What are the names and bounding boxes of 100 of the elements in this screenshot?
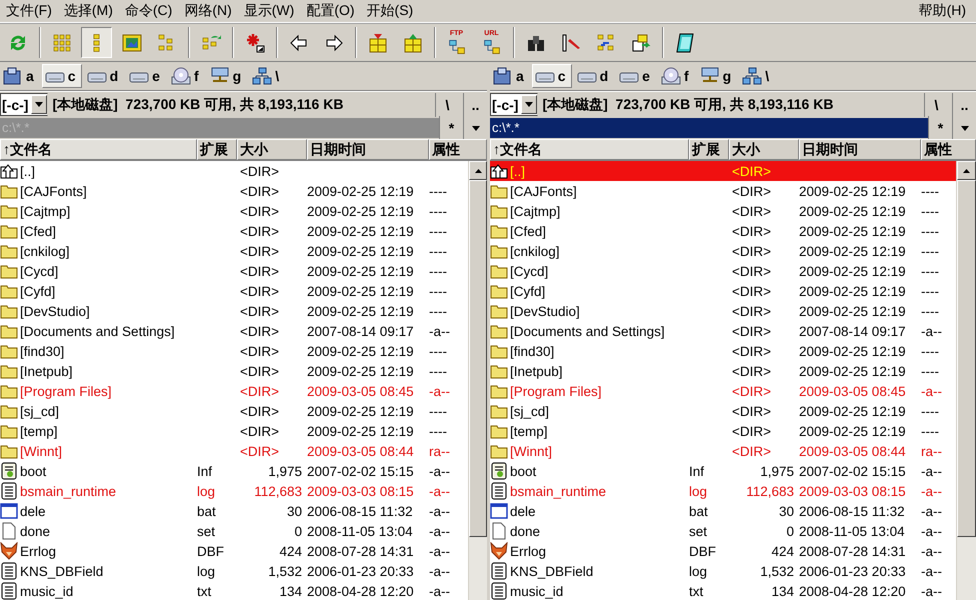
menu-item[interactable]: 文件(F) xyxy=(2,2,60,20)
file-extension: log xyxy=(689,484,708,498)
file-size: <DIR> xyxy=(731,244,772,258)
text-file-icon xyxy=(490,582,508,600)
file-date: 2009-02-25 12:19 xyxy=(307,304,415,318)
file-attributes: ---- xyxy=(429,244,448,258)
scrollbar-thumb[interactable] xyxy=(469,180,487,537)
up-folder-icon xyxy=(0,162,18,180)
drive-dropdown[interactable]: [-c-] xyxy=(490,93,538,116)
file-size: <DIR> xyxy=(239,164,280,178)
file-name: KNS_DBField xyxy=(20,564,104,578)
drive-button[interactable]: d xyxy=(574,64,614,88)
root-button[interactable]: \ xyxy=(435,92,459,117)
file-extension: bat xyxy=(689,504,709,518)
file-date: 2009-02-25 12:19 xyxy=(307,224,415,238)
filter-button[interactable]: * xyxy=(439,116,463,140)
file-date: 2009-02-25 12:19 xyxy=(307,204,415,218)
column-header[interactable]: 日期时间 xyxy=(799,139,921,160)
file-size: <DIR> xyxy=(731,304,772,318)
pencil-icon xyxy=(560,32,582,54)
floppy-icon xyxy=(493,67,513,86)
file-size: <DIR> xyxy=(239,324,280,338)
drive-dropdown[interactable]: [-c-] xyxy=(0,93,48,116)
column-header[interactable]: 属性 xyxy=(921,139,976,160)
network-folders-icon xyxy=(448,38,466,56)
scrollbar-thumb[interactable] xyxy=(957,180,976,537)
file-size: <DIR> xyxy=(239,244,280,258)
file-size: 424 xyxy=(278,544,303,558)
menu-item[interactable]: 帮助(H) xyxy=(914,2,974,20)
column-header[interactable]: 大小 xyxy=(729,139,799,160)
file-size: <DIR> xyxy=(731,444,772,458)
drive-button[interactable]: a xyxy=(0,64,40,88)
file-extension: log xyxy=(197,484,216,498)
scrollbar[interactable] xyxy=(468,161,487,600)
menu-item[interactable]: 配置(O) xyxy=(302,2,363,20)
column-header[interactable]: 大小 xyxy=(237,139,307,160)
file-attributes: -a-- xyxy=(921,384,943,398)
up-arrow-icon xyxy=(474,168,482,172)
menu-item[interactable]: 显示(W) xyxy=(240,2,302,20)
menu-item[interactable]: 网络(N) xyxy=(180,2,240,20)
drive-button[interactable]: e xyxy=(616,64,656,88)
drive-button[interactable]: c xyxy=(42,64,82,88)
file-name: [find30] xyxy=(510,344,554,358)
disk-info: [本地磁盘] 723,700 KB 可用, 共 8,193,116 KB xyxy=(52,96,344,114)
filter-button[interactable]: * xyxy=(928,116,952,140)
file-attributes: -a-- xyxy=(429,384,451,398)
file-attributes: ---- xyxy=(921,244,940,258)
file-size: 30 xyxy=(778,504,795,518)
scroll-up-button[interactable] xyxy=(469,161,487,180)
drive-button[interactable]: \ xyxy=(249,64,286,88)
file-size: 30 xyxy=(286,504,303,518)
drive-button[interactable]: e xyxy=(126,64,166,88)
file-date: 2006-08-15 11:32 xyxy=(307,504,414,518)
settings-file-icon xyxy=(490,462,508,480)
file-date: 2009-02-25 12:19 xyxy=(799,304,907,318)
file-name: [Documents and Settings] xyxy=(510,324,665,338)
up-button[interactable]: .. xyxy=(463,92,487,117)
file-name: [temp] xyxy=(20,424,58,438)
column-header[interactable]: ↑文件名 xyxy=(490,139,689,160)
menu-item[interactable]: 开始(S) xyxy=(362,2,422,20)
fox-icon xyxy=(490,542,508,560)
drive-button[interactable]: \ xyxy=(739,64,776,88)
file-date: 2009-02-25 12:19 xyxy=(307,244,415,258)
scrollbar[interactable] xyxy=(956,161,976,600)
drive-button[interactable]: g xyxy=(206,64,248,88)
column-header[interactable]: 扩展 xyxy=(197,139,237,160)
picture-icon xyxy=(120,32,142,54)
file-name: done xyxy=(20,524,50,538)
drive-button[interactable]: d xyxy=(84,64,124,88)
column-header[interactable]: 日期时间 xyxy=(307,139,429,160)
column-header[interactable]: 属性 xyxy=(429,139,487,160)
scroll-up-button[interactable] xyxy=(957,161,976,180)
column-header[interactable]: 扩展 xyxy=(689,139,729,160)
file-attributes: ---- xyxy=(921,304,940,318)
drive-button[interactable]: f xyxy=(658,64,695,88)
file-name: boot xyxy=(510,464,536,478)
file-row[interactable]: [..] <DIR> xyxy=(490,161,956,181)
drive-button[interactable]: a xyxy=(490,64,530,88)
column-header[interactable]: ↑文件名 xyxy=(0,139,197,160)
floppy-icon xyxy=(3,67,23,86)
file-name: music_id xyxy=(510,584,564,598)
up-button[interactable]: .. xyxy=(952,92,976,117)
file-size: <DIR> xyxy=(239,264,280,278)
file-extension: log xyxy=(197,564,216,578)
menu-item[interactable]: 命令(C) xyxy=(120,2,180,20)
caret-icon xyxy=(472,126,480,130)
root-button[interactable]: \ xyxy=(924,92,948,117)
file-name: bsmain_runtime xyxy=(20,484,116,498)
file-size: <DIR> xyxy=(239,424,280,438)
drive-button[interactable]: c xyxy=(532,64,572,88)
drive-button[interactable]: f xyxy=(168,64,205,88)
file-name: [Cfed] xyxy=(510,224,546,238)
menu-item[interactable]: 选择(M) xyxy=(60,2,121,20)
file-attributes: ---- xyxy=(429,264,448,278)
file-date: 2009-03-05 08:45 xyxy=(799,384,907,398)
file-name: [..] xyxy=(20,164,36,178)
file-size: <DIR> xyxy=(239,364,280,378)
file-extension: log xyxy=(689,564,708,578)
file-date: 2009-02-25 12:19 xyxy=(307,424,415,438)
drive-button[interactable]: g xyxy=(696,64,738,88)
